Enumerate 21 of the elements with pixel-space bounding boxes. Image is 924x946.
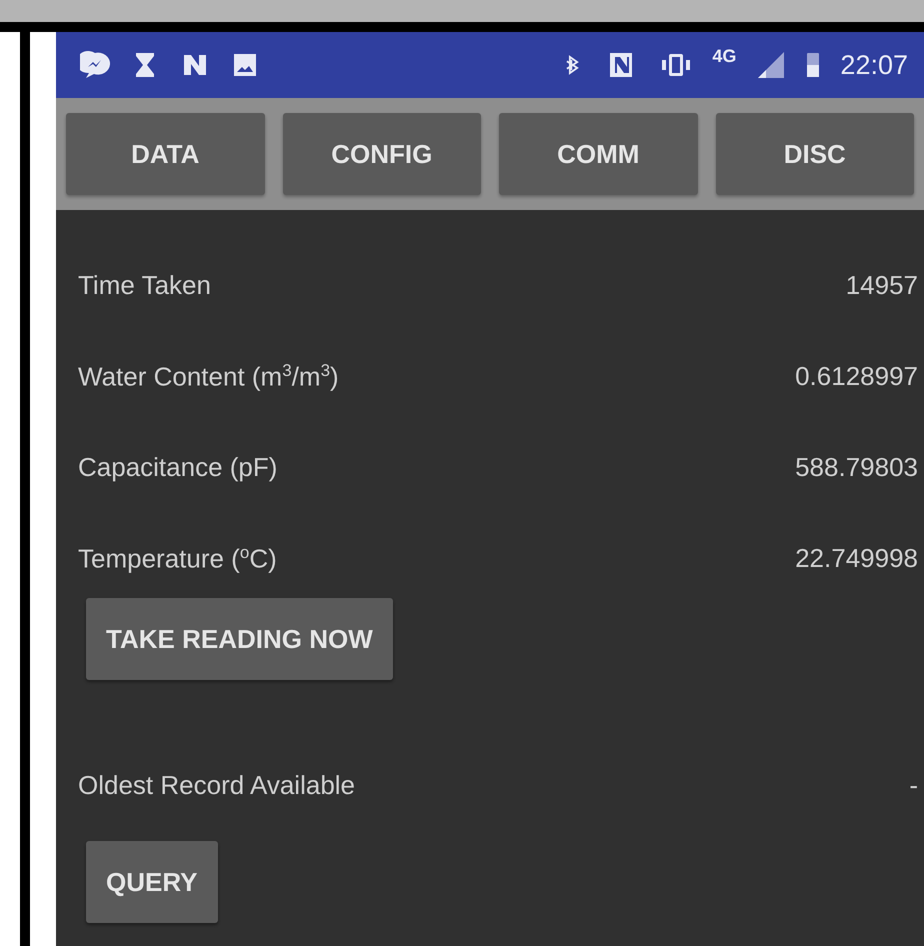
reading-label: Oldest Record Available xyxy=(78,770,356,801)
reading-label: Temperature ($^{o}$C) xyxy=(78,542,277,574)
signal-icon xyxy=(756,50,786,80)
reading-value: 588.79803 xyxy=(795,452,918,483)
query-button[interactable]: QUERY xyxy=(86,841,218,923)
tab-button[interactable]: COMM xyxy=(499,113,698,195)
clock-time: 22:07 xyxy=(840,50,908,80)
take-reading-button[interactable]: TAKE READING NOW xyxy=(86,598,393,680)
reading-value: 14957 xyxy=(846,270,918,301)
tab-button[interactable]: DATA xyxy=(66,113,264,195)
tab-button[interactable]: DISC xyxy=(716,113,914,195)
reading-value: 22.749998 xyxy=(795,543,918,574)
reading-label: Capacitance (pF) xyxy=(78,452,278,483)
reading-value: - xyxy=(909,770,918,801)
battery-icon xyxy=(806,50,820,80)
reading-label: Water Content (m$^{3}$/m$^{3}$) xyxy=(78,360,339,392)
reading-label: Time Taken xyxy=(78,270,211,301)
network-type: 4G xyxy=(712,46,736,67)
reading-value: 0.6128997 xyxy=(795,361,918,392)
chat-bubble-icon xyxy=(80,50,110,80)
tab-button[interactable]: CONFIG xyxy=(282,113,481,195)
